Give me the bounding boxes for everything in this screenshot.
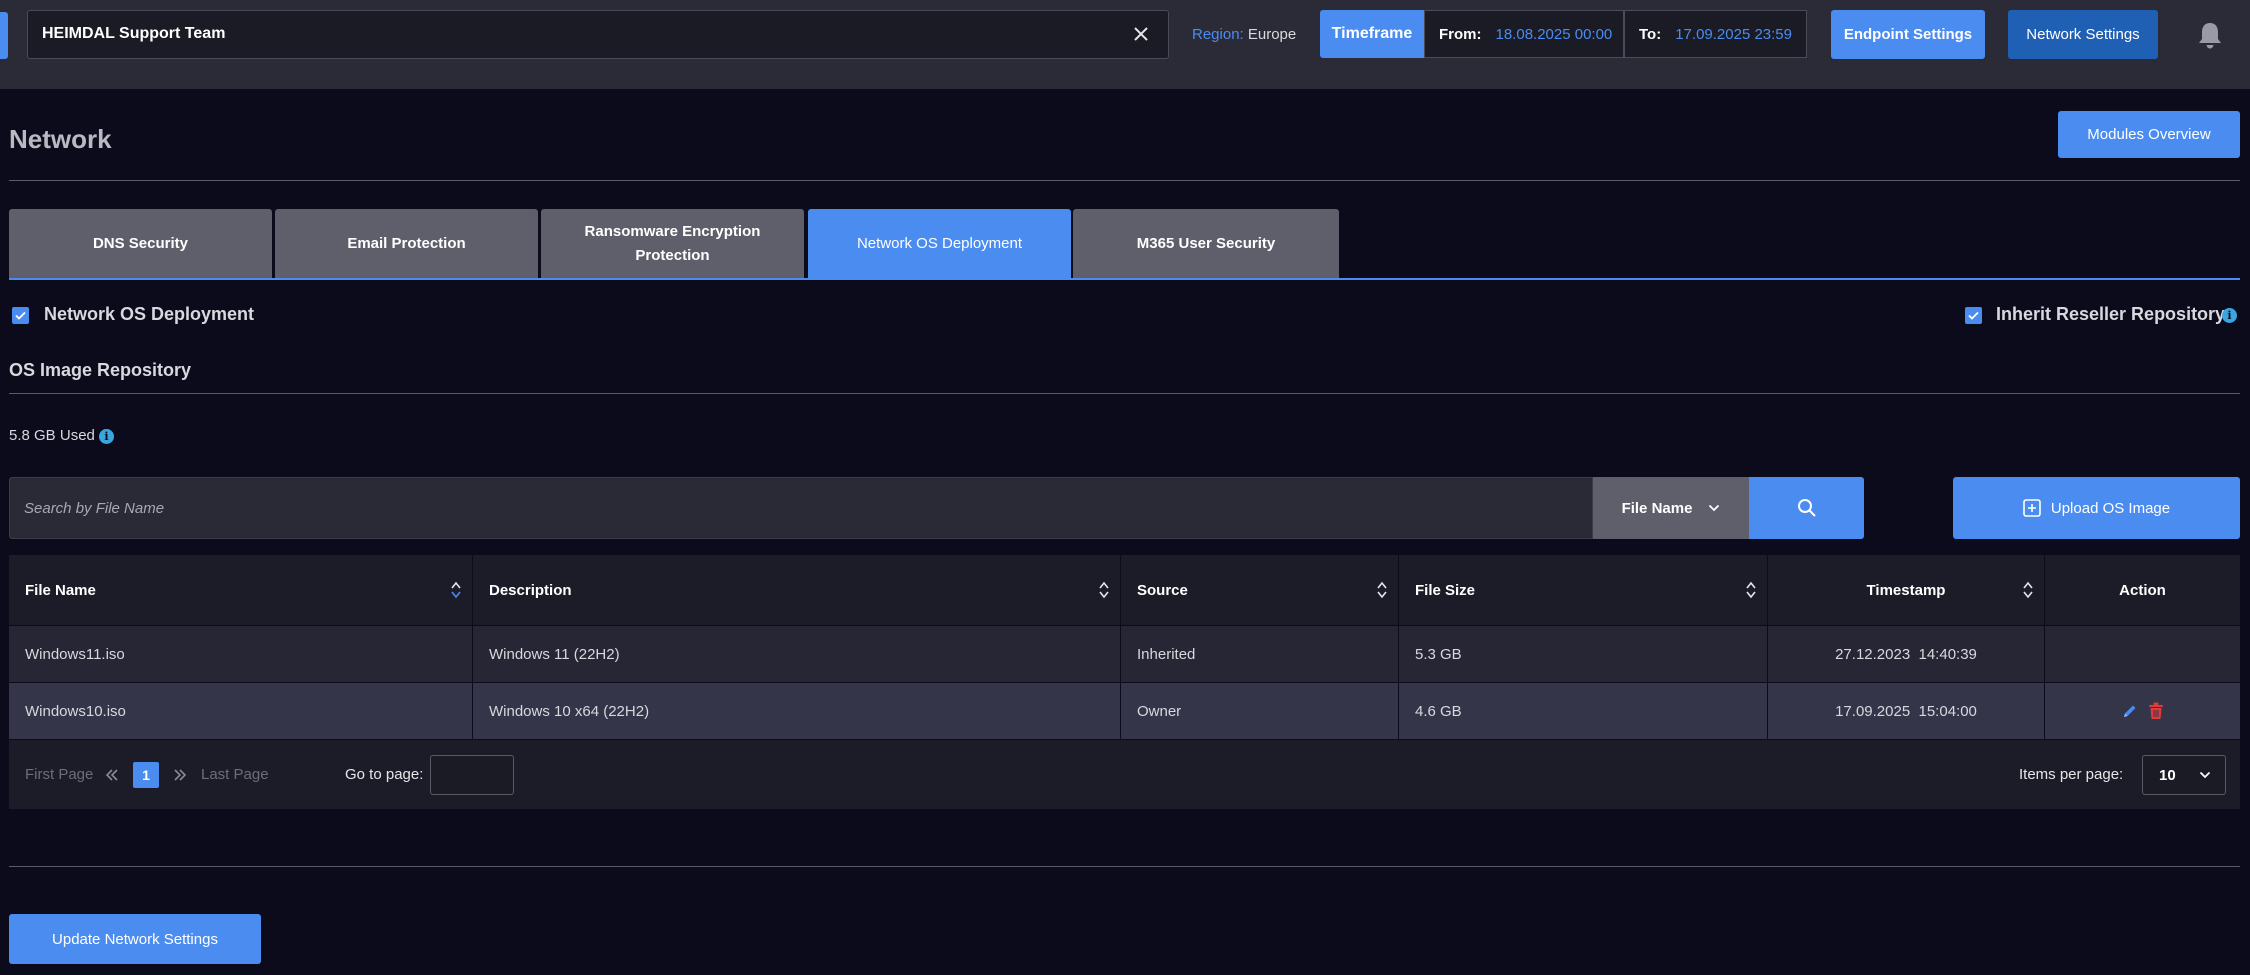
company-selector[interactable]: HEIMDAL Support Team xyxy=(27,10,1169,59)
search-field-value: File Name xyxy=(1621,499,1693,517)
add-square-icon xyxy=(2023,499,2041,517)
network-os-deployment-checkbox[interactable] xyxy=(12,307,29,324)
first-page-link[interactable]: First Page xyxy=(25,766,93,783)
cell-source: Owner xyxy=(1121,683,1399,739)
os-image-table: File Name Description Source File Size T… xyxy=(9,555,2240,809)
tab-underline xyxy=(9,278,2240,280)
sort-icon[interactable] xyxy=(450,580,462,600)
info-icon[interactable]: i xyxy=(2222,308,2237,323)
bell-icon[interactable] xyxy=(2196,20,2224,50)
column-header-description[interactable]: Description xyxy=(473,555,1121,625)
section-title: OS Image Repository xyxy=(9,360,192,380)
pagination-bar: First Page 1 Last Page Go to page: Items… xyxy=(9,739,2240,809)
sort-icon[interactable] xyxy=(1098,580,1110,600)
items-per-page-select[interactable]: 10 xyxy=(2142,755,2226,795)
search-box xyxy=(9,477,1593,539)
update-network-settings-button[interactable]: Update Network Settings xyxy=(9,914,261,964)
table-row[interactable]: Windows10.iso Windows 10 x64 (22H2) Owne… xyxy=(9,682,2240,739)
goto-page-label: Go to page: xyxy=(345,766,424,783)
divider xyxy=(9,393,2240,394)
column-header-timestamp[interactable]: Timestamp xyxy=(1768,555,2045,625)
chevron-down-icon xyxy=(2199,771,2211,779)
cell-source: Inherited xyxy=(1121,626,1399,682)
sidebar-toggle[interactable] xyxy=(0,12,8,59)
info-icon[interactable]: i xyxy=(99,429,114,444)
cell-file-size: 4.6 GB xyxy=(1399,683,1768,739)
column-label: Source xyxy=(1137,581,1188,599)
to-value: 17.09.2025 23:59 xyxy=(1675,25,1792,43)
inherit-reseller-label: Inherit Reseller Repository xyxy=(1996,304,2226,324)
column-header-source[interactable]: Source xyxy=(1121,555,1399,625)
edit-icon[interactable] xyxy=(2122,703,2138,719)
search-icon xyxy=(1797,499,1816,517)
column-header-file-name[interactable]: File Name xyxy=(9,555,473,625)
cell-timestamp: 27.12.2023 14:40:39 xyxy=(1768,626,2045,682)
network-os-deployment-label: Network OS Deployment xyxy=(44,304,255,324)
region-label: Region: xyxy=(1192,26,1244,43)
search-field-select[interactable]: File Name xyxy=(1593,477,1749,539)
check-icon xyxy=(15,311,26,320)
endpoint-settings-button[interactable]: Endpoint Settings xyxy=(1831,10,1985,59)
cell-description: Windows 11 (22H2) xyxy=(473,626,1121,682)
tab-dns-security[interactable]: DNS Security xyxy=(9,209,272,279)
column-label: File Name xyxy=(25,581,96,599)
from-label: From: xyxy=(1439,25,1482,43)
double-chevron-left-icon[interactable] xyxy=(105,769,119,781)
timeframe-from-field[interactable]: From: 18.08.2025 00:00 xyxy=(1424,10,1624,58)
tab-email-protection[interactable]: Email Protection xyxy=(275,209,538,279)
modules-overview-button[interactable]: Modules Overview xyxy=(2058,111,2240,158)
cell-timestamp: 17.09.2025 15:04:00 xyxy=(1768,683,2045,739)
company-name: HEIMDAL Support Team xyxy=(42,25,226,42)
cell-file-name: Windows11.iso xyxy=(9,626,473,682)
from-value: 18.08.2025 00:00 xyxy=(1495,25,1613,43)
trash-icon[interactable] xyxy=(2148,702,2164,720)
sort-icon[interactable] xyxy=(1745,580,1757,600)
items-per-page-label: Items per page: xyxy=(2019,766,2124,783)
page-number-current[interactable]: 1 xyxy=(133,762,159,788)
cell-file-name: Windows10.iso xyxy=(9,683,473,739)
timeframe-to-field[interactable]: To: 17.09.2025 23:59 xyxy=(1624,10,1807,58)
column-label: File Size xyxy=(1415,581,1476,599)
upload-os-image-button[interactable]: Upload OS Image xyxy=(1953,477,2240,539)
sort-icon[interactable] xyxy=(2022,580,2034,600)
inherit-reseller-checkbox[interactable] xyxy=(1965,307,1982,324)
divider xyxy=(9,866,2240,867)
tab-network-os-deployment[interactable]: Network OS Deployment xyxy=(808,209,1071,279)
column-header-action: Action xyxy=(2045,555,2240,625)
tab-m365-user-security[interactable]: M365 User Security xyxy=(1073,209,1339,279)
table-row[interactable]: Windows11.iso Windows 11 (22H2) Inherite… xyxy=(9,625,2240,682)
divider xyxy=(9,180,2240,181)
region-indicator: Region: Europe xyxy=(1192,26,1296,43)
cell-file-size: 5.3 GB xyxy=(1399,626,1768,682)
goto-page-input[interactable] xyxy=(430,755,514,795)
column-label: Description xyxy=(489,581,572,599)
cell-action xyxy=(2045,683,2240,739)
search-input[interactable] xyxy=(10,478,1592,538)
to-label: To: xyxy=(1639,25,1662,43)
search-button[interactable] xyxy=(1749,477,1864,539)
items-per-page-value: 10 xyxy=(2159,766,2176,784)
region-value: Europe xyxy=(1247,26,1297,43)
column-label: Action xyxy=(2119,581,2166,599)
tab-ransomware-encryption-protection[interactable]: Ransomware Encryption Protection xyxy=(541,209,804,279)
column-label: Timestamp xyxy=(1866,581,1946,599)
check-icon xyxy=(1968,311,1979,320)
upload-os-image-label: Upload OS Image xyxy=(2050,499,2171,517)
chevron-down-icon xyxy=(1709,504,1720,512)
double-chevron-right-icon[interactable] xyxy=(173,769,187,781)
cell-action xyxy=(2045,626,2240,682)
close-icon[interactable] xyxy=(1128,21,1154,47)
cell-description: Windows 10 x64 (22H2) xyxy=(473,683,1121,739)
last-page-link[interactable]: Last Page xyxy=(201,766,269,783)
page-title: Network xyxy=(9,124,112,154)
storage-usage-text: 5.8 GB Used xyxy=(9,427,95,444)
column-header-file-size[interactable]: File Size xyxy=(1399,555,1768,625)
table-header: File Name Description Source File Size T… xyxy=(9,555,2240,625)
network-settings-button[interactable]: Network Settings xyxy=(2008,10,2158,59)
storage-usage: 5.8 GB Used xyxy=(9,427,95,444)
top-bar: HEIMDAL Support Team Region: Europe Time… xyxy=(0,0,2250,89)
sort-icon[interactable] xyxy=(1376,580,1388,600)
timeframe-button[interactable]: Timeframe xyxy=(1320,10,1424,58)
